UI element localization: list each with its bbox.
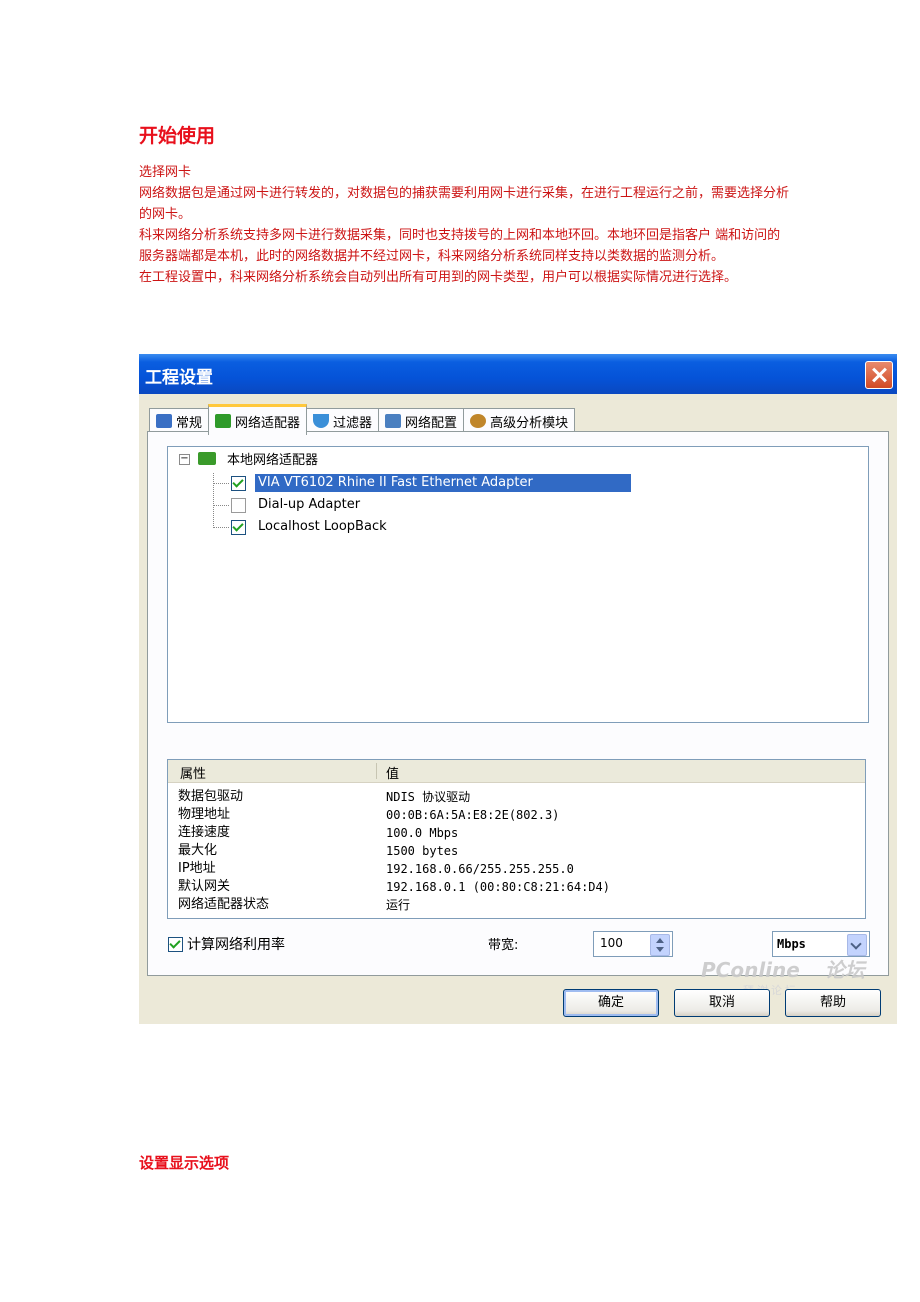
tree-connector: [213, 473, 214, 528]
intro-text: 选择网卡 网络数据包是通过网卡进行转发的，对数据包的捕获需要利用网卡进行采集，在…: [139, 162, 789, 288]
adapter-tree: − 本地网络适配器 VIA VT6102 Rhine II Fast Ether…: [167, 446, 869, 723]
tree-root-label: 本地网络适配器: [227, 453, 319, 468]
tab-label: 网络配置: [405, 415, 458, 431]
bandwidth-stepper[interactable]: 100: [593, 931, 673, 957]
analysis-module-icon: [470, 414, 487, 428]
column-header-value[interactable]: 值: [386, 763, 399, 782]
tree-item-loopback[interactable]: Localhost LoopBack: [231, 518, 390, 536]
close-icon[interactable]: [865, 361, 893, 389]
adapter-label: Localhost LoopBack: [258, 519, 387, 534]
spinner-icon[interactable]: [650, 934, 670, 956]
ok-button[interactable]: 确定: [563, 989, 659, 1017]
spin-down-icon[interactable]: [656, 947, 664, 952]
general-icon: [156, 414, 172, 428]
properties-header: 属性 值: [168, 760, 865, 783]
cancel-button[interactable]: 取消: [674, 989, 770, 1017]
adapter-icon: [215, 414, 232, 428]
adapter-label: Dial-up Adapter: [258, 497, 361, 512]
tree-connector: [213, 527, 229, 528]
tab-general[interactable]: 常规: [149, 408, 210, 433]
bandwidth-value: 100: [600, 936, 623, 950]
property-name: 默认网关: [178, 879, 231, 894]
column-header-property[interactable]: 属性: [180, 763, 206, 782]
property-value: 1500 bytes: [386, 844, 459, 858]
properties-list: 属性 值 数据包驱动 NDIS 协议驱动 物理地址 00:0B:6A:5A:E8…: [167, 759, 866, 919]
intro-paragraph-3: 在工程设置中，科来网络分析系统会自动列出所有可用到的网卡类型，用户可以根据实际情…: [139, 270, 738, 285]
help-button[interactable]: 帮助: [785, 989, 881, 1017]
dialog-titlebar[interactable]: 工程设置: [139, 354, 897, 394]
tab-advanced-analysis[interactable]: 高级分析模块: [463, 408, 576, 433]
property-value: 192.168.0.1 (00:80:C8:21:64:D4): [386, 880, 610, 894]
collapse-icon[interactable]: −: [179, 454, 190, 465]
project-settings-dialog: 工程设置 常规 网络适配器 过滤器 网络配置 高级分析模块 − 本地网络适配器: [139, 354, 897, 1024]
intro-subtitle: 选择网卡: [139, 165, 192, 180]
tab-bar: 常规 网络适配器 过滤器 网络配置 高级分析模块: [149, 404, 576, 435]
tree-connector: [213, 483, 229, 484]
tree-item-via-adapter[interactable]: VIA VT6102 Rhine II Fast Ethernet Adapte…: [231, 474, 631, 492]
property-name: IP地址: [178, 861, 216, 876]
adapter-checkbox[interactable]: [231, 519, 246, 535]
property-value: 100.0 Mbps: [386, 826, 459, 840]
property-value: 192.168.0.66/255.255.255.0: [386, 862, 574, 876]
bandwidth-label: 带宽:: [488, 938, 519, 953]
column-divider[interactable]: [376, 763, 377, 779]
property-name: 数据包驱动: [178, 789, 244, 804]
tab-label: 过滤器: [333, 415, 373, 431]
tree-connector: [213, 505, 229, 506]
property-value: 00:0B:6A:5A:E8:2E(802.3): [386, 808, 560, 822]
property-name: 物理地址: [178, 807, 231, 822]
property-name: 连接速度: [178, 825, 231, 840]
tab-panel: − 本地网络适配器 VIA VT6102 Rhine II Fast Ether…: [147, 431, 889, 976]
spin-up-icon[interactable]: [656, 938, 664, 943]
intro-paragraph-2: 科来网络分析系统支持多网卡进行数据采集，同时也支持拨号的上网和本地环回。本地环回…: [139, 228, 781, 264]
tab-network-config[interactable]: 网络配置: [378, 408, 465, 433]
section-heading: 开始使用: [139, 125, 216, 147]
watermark-forum: 论坛: [824, 958, 865, 982]
utilization-option[interactable]: 计算网络利用率: [168, 934, 285, 954]
tab-label: 高级分析模块: [490, 415, 569, 431]
property-value: 运行: [386, 898, 411, 912]
property-name: 网络适配器状态: [178, 897, 270, 912]
tab-label: 网络适配器: [235, 415, 301, 431]
adapter-checkbox[interactable]: [231, 497, 246, 513]
section-heading-display: 设置显示选项: [139, 1154, 230, 1172]
adapter-label: VIA VT6102 Rhine II Fast Ethernet Adapte…: [255, 474, 631, 492]
adapter-icon: [198, 452, 216, 465]
property-value: NDIS 协议驱动: [386, 790, 471, 804]
dialog-title: 工程设置: [145, 368, 213, 388]
unit-value: Mbps: [777, 937, 806, 951]
property-name: 最大化: [178, 843, 218, 858]
chevron-down-icon[interactable]: [847, 934, 867, 956]
watermark-text: PConline: [701, 958, 800, 982]
intro-paragraph-1: 网络数据包是通过网卡进行转发的，对数据包的捕获需要利用网卡进行采集，在进行工程运…: [139, 186, 790, 222]
adapter-checkbox[interactable]: [231, 475, 246, 491]
tab-label: 常规: [176, 415, 203, 431]
network-config-icon: [385, 414, 402, 428]
utilization-checkbox[interactable]: [168, 936, 183, 952]
tab-filter[interactable]: 过滤器: [306, 408, 380, 433]
tree-item-dialup-adapter[interactable]: Dial-up Adapter: [231, 496, 363, 514]
filter-icon: [313, 414, 330, 428]
utilization-label: 计算网络利用率: [187, 937, 285, 953]
tab-network-adapter[interactable]: 网络适配器: [208, 404, 308, 435]
